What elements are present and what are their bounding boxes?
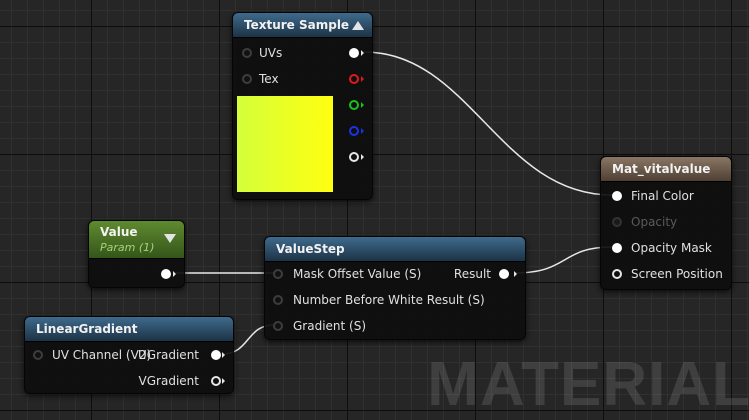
value-param-header[interactable]: Value Param (1)	[89, 221, 184, 259]
pin-label: Tex	[259, 72, 279, 86]
pin-final-color[interactable]: Final Color	[612, 188, 728, 204]
material-watermark: MATERIAL	[427, 350, 749, 419]
output-arrow-icon	[361, 102, 364, 108]
pin-label: Number Before White Result (S)	[293, 293, 485, 307]
material-result-node[interactable]: Mat_vitalvalue Final Color Opacity Opaci…	[600, 156, 732, 290]
input-pin-icon[interactable]	[242, 48, 252, 58]
valuestep-header[interactable]: ValueStep	[265, 237, 525, 262]
output-a-pin-icon[interactable]	[349, 152, 359, 162]
pin-label: VGradient	[138, 374, 199, 388]
output-arrow-icon	[361, 76, 364, 82]
pin-tex[interactable]: Tex	[242, 71, 302, 87]
texture-sample-header[interactable]: Texture Sample	[233, 13, 372, 38]
output-arrow-icon	[514, 271, 517, 277]
pin-ugradient[interactable]: UGradient	[133, 347, 223, 363]
input-pin-icon[interactable]	[33, 350, 43, 360]
expand-arrow-icon[interactable]	[164, 234, 176, 243]
node-title: LinearGradient	[36, 322, 138, 336]
node-title: Mat_vitalvalue	[612, 162, 711, 176]
output-arrow-icon	[222, 378, 225, 384]
pin-label: Final Color	[631, 189, 694, 203]
input-pin-icon[interactable]	[612, 243, 622, 253]
wire-result-to-opacity-mask[interactable]	[513, 246, 613, 274]
pin-label: Screen Position	[631, 267, 723, 281]
wire-uvs-to-final-color[interactable]	[363, 51, 613, 196]
output-r-pin-icon[interactable]	[349, 74, 359, 84]
output-arrow-icon	[173, 271, 176, 277]
pin-screen-position[interactable]: Screen Position	[612, 266, 728, 282]
pin-mask-offset-value[interactable]: Mask Offset Value (S)	[273, 266, 453, 282]
pin-opacity[interactable]: Opacity	[612, 214, 728, 230]
value-param-node[interactable]: Value Param (1)	[88, 220, 185, 288]
pin-opacity-mask[interactable]: Opacity Mask	[612, 240, 728, 256]
output-pin-icon[interactable]	[211, 350, 221, 360]
input-pin-icon[interactable]	[273, 269, 283, 279]
pin-result[interactable]: Result	[441, 266, 511, 282]
pin-vgradient[interactable]: VGradient	[133, 373, 223, 389]
lineargradient-node[interactable]: LinearGradient UV Channel (V2) UGradient…	[24, 316, 234, 394]
collapse-arrow-icon[interactable]	[352, 21, 364, 30]
input-pin-icon[interactable]	[273, 321, 283, 331]
texture-sample-node[interactable]: Texture Sample UVs Tex	[232, 12, 373, 200]
valuestep-node[interactable]: ValueStep Mask Offset Value (S) Number B…	[264, 236, 526, 340]
pin-uvs[interactable]: UVs	[242, 45, 302, 61]
pin-number-before-white[interactable]: Number Before White Result (S)	[273, 292, 485, 308]
pin-label: Opacity	[631, 215, 678, 229]
pin-gradient[interactable]: Gradient (S)	[273, 318, 453, 334]
input-pin-icon[interactable]	[612, 269, 622, 279]
node-title: ValueStep	[276, 242, 345, 256]
pin-label: UVs	[259, 46, 283, 60]
output-pin-icon[interactable]	[161, 269, 171, 279]
node-title: Texture Sample	[244, 18, 350, 32]
output-arrow-icon	[361, 154, 364, 160]
output-pin-icon[interactable]	[499, 269, 509, 279]
pin-label: Gradient (S)	[293, 319, 367, 333]
input-pin-icon[interactable]	[612, 217, 622, 227]
input-pin-icon[interactable]	[273, 295, 283, 305]
output-arrow-icon	[222, 352, 225, 358]
output-arrow-icon	[361, 50, 364, 56]
output-g-pin-icon[interactable]	[349, 100, 359, 110]
material-result-header[interactable]: Mat_vitalvalue	[601, 157, 731, 182]
lineargradient-header[interactable]: LinearGradient	[25, 317, 233, 342]
texture-preview	[237, 96, 333, 192]
input-pin-icon[interactable]	[242, 74, 252, 84]
output-b-pin-icon[interactable]	[349, 126, 359, 136]
output-arrow-icon	[361, 128, 364, 134]
pin-label: Mask Offset Value (S)	[293, 267, 422, 281]
pin-label: Result	[453, 267, 491, 281]
pin-label: Opacity Mask	[631, 241, 712, 255]
input-pin-icon[interactable]	[612, 191, 622, 201]
output-pin-icon[interactable]	[211, 376, 221, 386]
pin-label: UGradient	[137, 348, 199, 362]
output-rgb-pin-icon[interactable]	[349, 48, 359, 58]
